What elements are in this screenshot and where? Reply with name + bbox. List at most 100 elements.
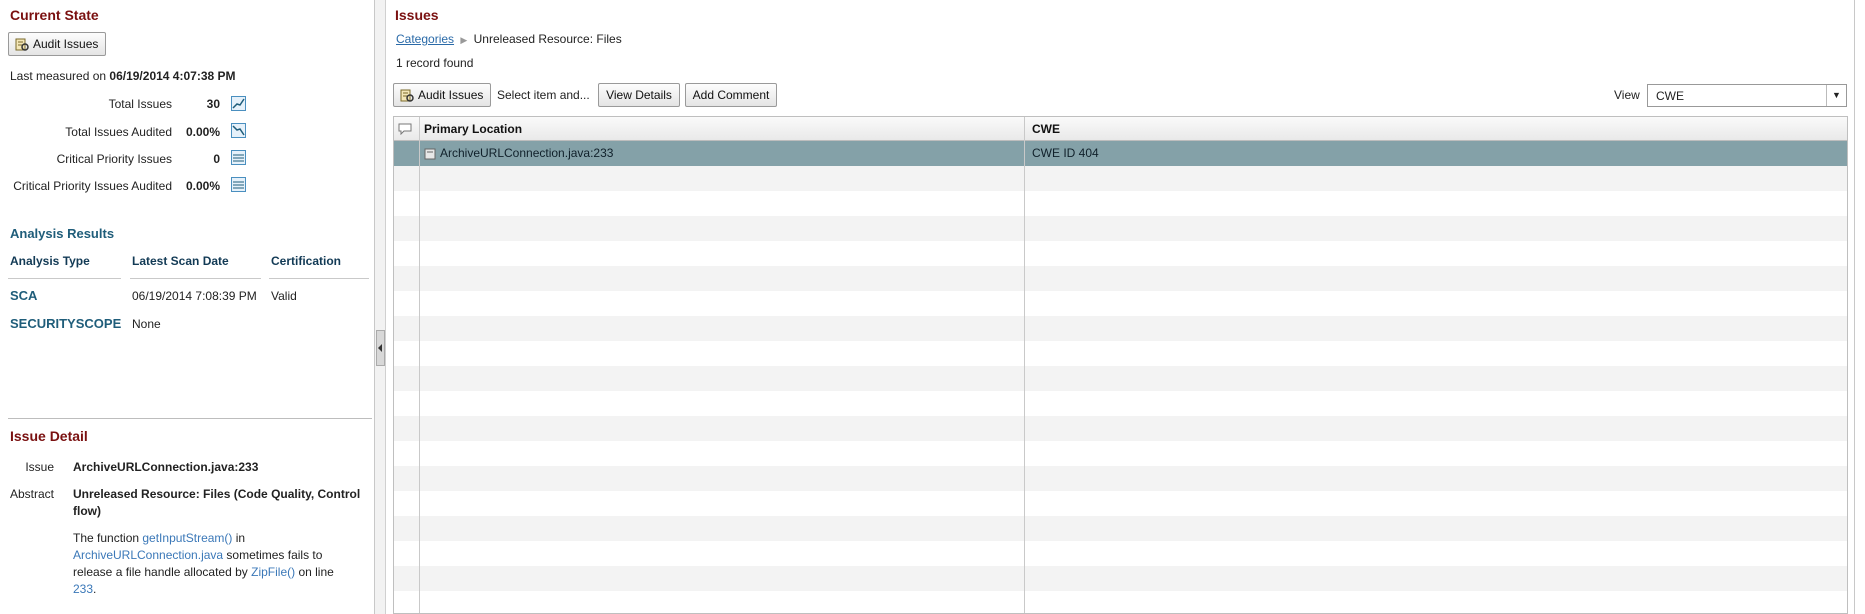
metric-value: 0 [213, 152, 220, 166]
empty-row [394, 541, 1847, 566]
panel-splitter[interactable] [375, 0, 386, 614]
empty-row [394, 466, 1847, 491]
record-count: 1 record found [396, 56, 474, 70]
empty-row [394, 566, 1847, 591]
abstract-label: Abstract [10, 487, 55, 501]
add-comment-button[interactable]: Add Comment [685, 83, 777, 107]
audit-issues-label: Audit Issues [33, 37, 99, 51]
empty-row [394, 316, 1847, 341]
collapse-handle[interactable] [376, 330, 385, 366]
select-hint: Select item and... [497, 88, 590, 102]
description-line-2: ArchiveURLConnection.java sometimes fail… [73, 548, 322, 562]
column-divider [419, 117, 420, 613]
last-measured-prefix: Last measured on [10, 69, 107, 83]
col-cwe[interactable]: CWE [1026, 117, 1060, 141]
location-cell: ArchiveURLConnection.java:233 [418, 141, 613, 166]
col-certification: Certification [271, 254, 342, 268]
breadcrumb-current: Unreleased Resource: Files [473, 32, 622, 46]
view-select[interactable]: CWE ▼ [1647, 84, 1847, 107]
chevron-down-icon: ▼ [1826, 85, 1846, 106]
metric-label: Total Issues [108, 97, 172, 111]
zipfile-link[interactable]: ZipFile() [251, 565, 295, 579]
audit-issues-label: Audit Issues [418, 88, 484, 102]
abstract-line-2: flow) [73, 504, 101, 518]
trend-up-chart-icon[interactable] [231, 96, 246, 111]
issues-title: Issues [395, 7, 439, 23]
issue-label: Issue [25, 460, 54, 474]
divider [8, 418, 372, 419]
function-link[interactable]: getInputStream() [142, 531, 232, 545]
empty-row [394, 391, 1847, 416]
empty-row [394, 191, 1847, 216]
breadcrumb-separator-icon: ▶ [460, 35, 468, 45]
empty-row [394, 416, 1847, 441]
issues-panel: Issues Categories ▶ Unreleased Resource:… [387, 0, 1865, 614]
scan-date: None [132, 317, 161, 331]
col-analysis-type: Analysis Type [10, 254, 90, 268]
certification: Valid [271, 289, 297, 303]
scan-date: 06/19/2014 7:08:39 PM [132, 289, 257, 303]
issue-value: ArchiveURLConnection.java:233 [73, 460, 259, 474]
issues-grid: Primary Location CWE ArchiveURLConnectio… [393, 116, 1848, 614]
metric-value: 30 [206, 97, 220, 111]
empty-row [394, 366, 1847, 391]
metric-label: Critical Priority Issues Audited [13, 179, 172, 193]
desc-text: sometimes fails to [223, 548, 323, 562]
metric-value: 0.00% [185, 179, 220, 193]
empty-row [394, 241, 1847, 266]
last-measured: Last measured on 06/19/2014 4:07:38 PM [10, 69, 236, 83]
metric-label: Critical Priority Issues [56, 152, 172, 166]
column-divider [1024, 117, 1025, 613]
audit-icon [400, 88, 414, 102]
chevron-left-icon [378, 344, 382, 352]
breadcrumb-categories-link[interactable]: Categories [396, 32, 454, 46]
empty-row [394, 291, 1847, 316]
empty-row [394, 491, 1847, 516]
flat-chart-icon[interactable] [231, 177, 246, 192]
empty-row [394, 166, 1847, 191]
desc-text: The function [73, 531, 143, 545]
line-link[interactable]: 233 [73, 582, 93, 596]
audit-issues-button[interactable]: Audit Issues [393, 83, 491, 107]
metric-label: Total Issues Audited [65, 125, 172, 139]
empty-row [394, 266, 1847, 291]
last-measured-value: 06/19/2014 4:07:38 PM [109, 69, 236, 83]
col-latest-scan-date: Latest Scan Date [132, 254, 229, 268]
right-edge-divider [1854, 0, 1855, 614]
cwe-cell: CWE ID 404 [1032, 146, 1099, 160]
analysis-type-securityscope[interactable]: SECURITYSCOPE [10, 316, 121, 331]
empty-row [394, 516, 1847, 541]
view-details-button[interactable]: View Details [598, 83, 680, 107]
current-state-title: Current State [10, 7, 99, 23]
breadcrumb: Categories ▶ Unreleased Resource: Files [396, 32, 622, 46]
abstract-line-1: Unreleased Resource: Files (Code Quality… [73, 487, 361, 501]
flat-chart-icon[interactable] [231, 150, 246, 165]
audit-issues-button-left[interactable]: Audit Issues [8, 32, 106, 56]
empty-row [394, 216, 1847, 241]
description-line-1: The function getInputStream() in [73, 531, 245, 545]
file-link[interactable]: ArchiveURLConnection.java [73, 548, 223, 562]
analysis-results-title: Analysis Results [10, 226, 115, 241]
col-primary-location[interactable]: Primary Location [418, 117, 522, 141]
view-select-value: CWE [1656, 88, 1684, 103]
description-line-4: 233. [73, 582, 96, 596]
empty-row [394, 441, 1847, 466]
grid-header: Primary Location CWE [394, 117, 1847, 141]
empty-row [394, 341, 1847, 366]
location-text: ArchiveURLConnection.java:233 [440, 146, 614, 160]
desc-text: in [232, 531, 246, 545]
table-row[interactable]: ArchiveURLConnection.java:233 CWE ID 404 [394, 141, 1847, 166]
desc-text: . [93, 582, 97, 596]
comment-column-icon[interactable] [398, 117, 420, 141]
view-label: View [1614, 88, 1640, 102]
desc-text: release a file handle allocated by [73, 565, 252, 579]
issue-detail-title: Issue Detail [10, 428, 88, 444]
description-line-3: release a file handle allocated by ZipFi… [73, 565, 334, 579]
file-icon [424, 148, 436, 159]
empty-row [394, 591, 1847, 613]
trend-down-chart-icon[interactable] [231, 123, 246, 138]
analysis-type-sca[interactable]: SCA [10, 288, 37, 303]
metric-value: 0.00% [185, 125, 220, 139]
audit-icon [15, 37, 29, 51]
desc-text: on line [295, 565, 334, 579]
